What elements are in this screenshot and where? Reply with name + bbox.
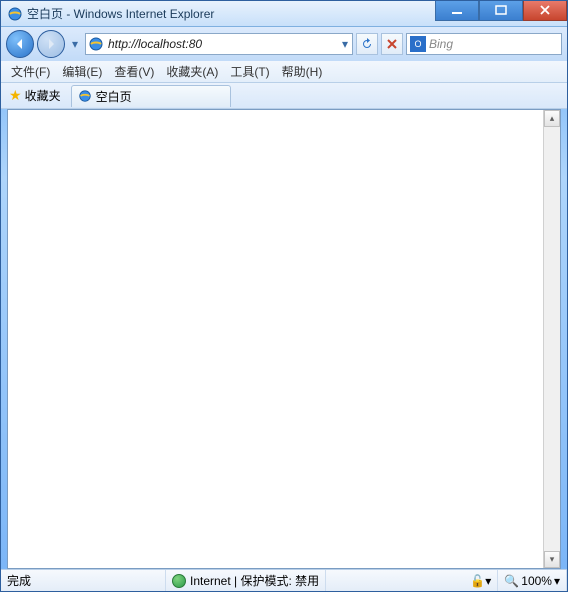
nav-history-dropdown[interactable]: ▾ (68, 37, 82, 51)
favorites-bar: ★ 收藏夹 空白页 (1, 83, 567, 109)
status-done: 完成 (1, 570, 166, 591)
close-button[interactable] (523, 1, 567, 21)
nav-toolbar: ▾ ▾ O Bing (1, 27, 567, 61)
scroll-down-button[interactable]: ▾ (544, 551, 560, 568)
maximize-button[interactable] (479, 1, 523, 21)
window-title: 空白页 - Windows Internet Explorer (27, 5, 435, 22)
refresh-button[interactable] (356, 33, 378, 55)
menu-tools[interactable]: 工具(T) (226, 61, 273, 82)
status-zone: Internet | 保护模式: 禁用 (166, 570, 326, 591)
scroll-up-button[interactable]: ▴ (544, 110, 560, 127)
back-button[interactable] (6, 30, 34, 58)
address-bar: ▾ (85, 33, 353, 55)
protected-mode-icon[interactable]: 🔓▾ (464, 570, 498, 591)
status-bar: 完成 Internet | 保护模式: 禁用 🔓▾ 🔍 100% ▾ (1, 569, 567, 591)
minimize-button[interactable] (435, 1, 479, 21)
tab-title: 空白页 (96, 88, 132, 105)
menu-favorites[interactable]: 收藏夹(A) (162, 61, 222, 82)
tab-blank[interactable]: 空白页 (71, 85, 231, 107)
star-icon: ★ (9, 87, 22, 104)
internet-zone-icon (172, 574, 186, 588)
vertical-scrollbar[interactable]: ▴ ▾ (543, 110, 560, 568)
title-bar: 空白页 - Windows Internet Explorer (1, 1, 567, 27)
search-placeholder: Bing (429, 37, 453, 51)
menu-file[interactable]: 文件(F) (7, 61, 54, 82)
menu-bar: 文件(F) 编辑(E) 查看(V) 收藏夹(A) 工具(T) 帮助(H) (1, 61, 567, 83)
search-provider-icon: O (410, 36, 426, 52)
content-area: ▴ ▾ (7, 109, 561, 569)
search-box[interactable]: O Bing (406, 33, 562, 55)
menu-edit[interactable]: 编辑(E) (58, 61, 106, 82)
favorites-label: 收藏夹 (25, 87, 61, 104)
page-icon (88, 36, 104, 52)
tab-icon (78, 89, 92, 103)
favorites-button[interactable]: ★ 收藏夹 (5, 85, 65, 106)
menu-help[interactable]: 帮助(H) (278, 61, 327, 82)
url-input[interactable] (106, 34, 338, 54)
url-dropdown[interactable]: ▾ (338, 34, 352, 54)
zoom-control[interactable]: 🔍 100% ▾ (498, 570, 567, 591)
menu-view[interactable]: 查看(V) (110, 61, 158, 82)
forward-button[interactable] (37, 30, 65, 58)
stop-button[interactable] (381, 33, 403, 55)
zoom-icon: 🔍 (504, 574, 519, 588)
zoom-value: 100% (521, 574, 552, 588)
ie-icon (7, 6, 23, 22)
